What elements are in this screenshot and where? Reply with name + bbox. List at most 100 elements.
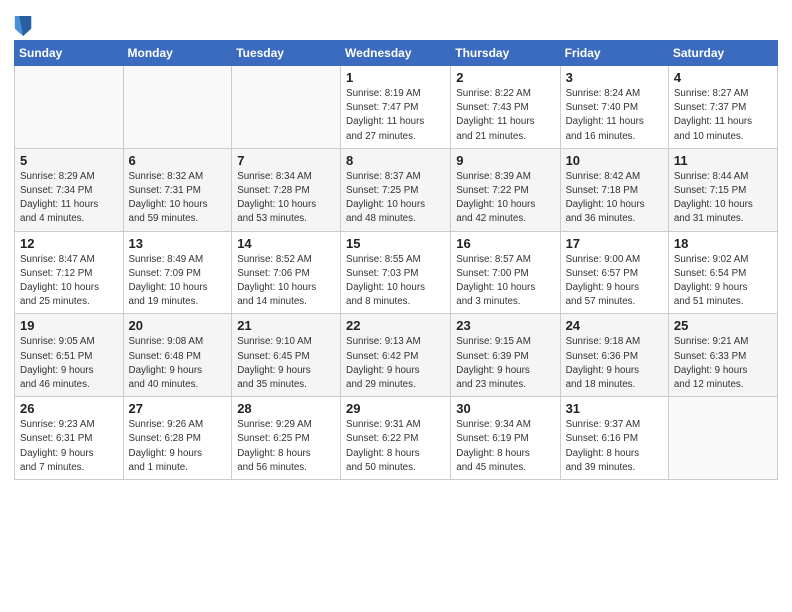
day-number: 24 — [566, 318, 663, 333]
day-info: Sunrise: 8:49 AMSunset: 7:09 PMDaylight:… — [129, 253, 227, 310]
day-info: Sunrise: 8:39 AMSunset: 7:22 PMDaylight:… — [456, 170, 554, 227]
calendar-cell: 15Sunrise: 8:55 AMSunset: 7:03 PMDayligh… — [341, 231, 451, 314]
calendar-cell: 29 Sunrise: 9:31 AMSunset: 6:22 PMDayligh… — [341, 397, 451, 480]
calendar-cell: 1 Sunrise: 8:19 AMSunset: 7:47 PMDaylight… — [341, 66, 451, 149]
day-info: Sunrise: 8:27 AMSunset: 7:37 PMDaylight:… — [674, 87, 772, 144]
calendar-cell: 14 Sunrise: 8:52 AMSunset: 7:06 PMDayligh… — [232, 231, 341, 314]
calendar-cell: 2 Sunrise: 8:22 AMSunset: 7:43 PMDaylight… — [451, 66, 560, 149]
calendar-cell: 18 Sunrise: 9:02 AMSunset: 6:54 PMDayligh… — [668, 231, 777, 314]
calendar-cell: 8Sunrise: 8:37 AMSunset: 7:25 PMDaylight… — [341, 148, 451, 231]
day-number: 9 — [456, 153, 554, 168]
day-number: 1 — [346, 70, 445, 85]
day-number: 25 — [674, 318, 772, 333]
day-number: 19 — [20, 318, 118, 333]
day-number: 17 — [566, 236, 663, 251]
calendar-cell: 16Sunrise: 8:57 AMSunset: 7:00 PMDayligh… — [451, 231, 560, 314]
day-info: Sunrise: 9:29 AMSunset: 6:25 PMDaylight:… — [237, 418, 335, 475]
weekday-header-row: SundayMondayTuesdayWednesdayThursdayFrid… — [15, 41, 778, 66]
day-number: 20 — [129, 318, 227, 333]
day-info: Sunrise: 8:29 AMSunset: 7:34 PMDaylight:… — [20, 170, 118, 227]
calendar-cell: 25 Sunrise: 9:21 AMSunset: 6:33 PMDayligh… — [668, 314, 777, 397]
day-number: 26 — [20, 401, 118, 416]
calendar-cell: 6 Sunrise: 8:32 AMSunset: 7:31 PMDaylight… — [123, 148, 232, 231]
day-number: 3 — [566, 70, 663, 85]
day-info: Sunrise: 9:31 AMSunset: 6:22 PMDaylight:… — [346, 418, 445, 475]
day-number: 14 — [237, 236, 335, 251]
weekday-header-sunday: Sunday — [15, 41, 124, 66]
week-row-5: 26 Sunrise: 9:23 AMSunset: 6:31 PMDayligh… — [15, 397, 778, 480]
day-info: Sunrise: 8:42 AMSunset: 7:18 PMDaylight:… — [566, 170, 663, 227]
calendar-cell: 9 Sunrise: 8:39 AMSunset: 7:22 PMDaylight… — [451, 148, 560, 231]
day-number: 6 — [129, 153, 227, 168]
day-info: Sunrise: 9:10 AMSunset: 6:45 PMDaylight:… — [237, 335, 335, 392]
day-info: Sunrise: 9:37 AMSunset: 6:16 PMDaylight:… — [566, 418, 663, 475]
day-number: 18 — [674, 236, 772, 251]
day-number: 12 — [20, 236, 118, 251]
calendar-cell: 19 Sunrise: 9:05 AMSunset: 6:51 PMDayligh… — [15, 314, 124, 397]
calendar-cell: 10Sunrise: 8:42 AMSunset: 7:18 PMDayligh… — [560, 148, 668, 231]
day-info: Sunrise: 8:55 AMSunset: 7:03 PMDaylight:… — [346, 253, 445, 310]
day-info: Sunrise: 8:19 AMSunset: 7:47 PMDaylight:… — [346, 87, 445, 144]
day-info: Sunrise: 8:44 AMSunset: 7:15 PMDaylight:… — [674, 170, 772, 227]
day-number: 29 — [346, 401, 445, 416]
day-info: Sunrise: 9:21 AMSunset: 6:33 PMDaylight:… — [674, 335, 772, 392]
day-number: 16 — [456, 236, 554, 251]
weekday-header-monday: Monday — [123, 41, 232, 66]
day-info: Sunrise: 8:52 AMSunset: 7:06 PMDaylight:… — [237, 253, 335, 310]
day-info: Sunrise: 8:24 AMSunset: 7:40 PMDaylight:… — [566, 87, 663, 144]
weekday-header-tuesday: Tuesday — [232, 41, 341, 66]
calendar-cell: 12Sunrise: 8:47 AMSunset: 7:12 PMDayligh… — [15, 231, 124, 314]
day-number: 4 — [674, 70, 772, 85]
calendar-cell: 26 Sunrise: 9:23 AMSunset: 6:31 PMDayligh… — [15, 397, 124, 480]
calendar-cell: 17 Sunrise: 9:00 AMSunset: 6:57 PMDayligh… — [560, 231, 668, 314]
day-info: Sunrise: 9:15 AMSunset: 6:39 PMDaylight:… — [456, 335, 554, 392]
logo-icon — [14, 16, 32, 36]
calendar-cell: 27 Sunrise: 9:26 AMSunset: 6:28 PMDayligh… — [123, 397, 232, 480]
calendar-cell: 28 Sunrise: 9:29 AMSunset: 6:25 PMDayligh… — [232, 397, 341, 480]
calendar-table: SundayMondayTuesdayWednesdayThursdayFrid… — [14, 40, 778, 480]
day-number: 5 — [20, 153, 118, 168]
day-number: 7 — [237, 153, 335, 168]
day-info: Sunrise: 9:13 AMSunset: 6:42 PMDaylight:… — [346, 335, 445, 392]
day-number: 30 — [456, 401, 554, 416]
day-number: 28 — [237, 401, 335, 416]
day-number: 22 — [346, 318, 445, 333]
calendar-cell: 23 Sunrise: 9:15 AMSunset: 6:39 PMDayligh… — [451, 314, 560, 397]
day-info: Sunrise: 8:32 AMSunset: 7:31 PMDaylight:… — [129, 170, 227, 227]
day-info: Sunrise: 8:37 AMSunset: 7:25 PMDaylight:… — [346, 170, 445, 227]
calendar-cell: 5 Sunrise: 8:29 AMSunset: 7:34 PMDaylight… — [15, 148, 124, 231]
day-number: 13 — [129, 236, 227, 251]
day-number: 27 — [129, 401, 227, 416]
calendar-cell: 22 Sunrise: 9:13 AMSunset: 6:42 PMDayligh… — [341, 314, 451, 397]
day-number: 21 — [237, 318, 335, 333]
calendar-cell — [123, 66, 232, 149]
day-info: Sunrise: 9:08 AMSunset: 6:48 PMDaylight:… — [129, 335, 227, 392]
day-info: Sunrise: 8:34 AMSunset: 7:28 PMDaylight:… — [237, 170, 335, 227]
calendar-cell: 7 Sunrise: 8:34 AMSunset: 7:28 PMDaylight… — [232, 148, 341, 231]
calendar-cell: 30Sunrise: 9:34 AMSunset: 6:19 PMDayligh… — [451, 397, 560, 480]
week-row-1: 1 Sunrise: 8:19 AMSunset: 7:47 PMDaylight… — [15, 66, 778, 149]
day-info: Sunrise: 8:22 AMSunset: 7:43 PMDaylight:… — [456, 87, 554, 144]
day-info: Sunrise: 9:00 AMSunset: 6:57 PMDaylight:… — [566, 253, 663, 310]
day-info: Sunrise: 9:05 AMSunset: 6:51 PMDaylight:… — [20, 335, 118, 392]
week-row-3: 12Sunrise: 8:47 AMSunset: 7:12 PMDayligh… — [15, 231, 778, 314]
day-number: 2 — [456, 70, 554, 85]
day-info: Sunrise: 9:23 AMSunset: 6:31 PMDaylight:… — [20, 418, 118, 475]
calendar-cell: 11Sunrise: 8:44 AMSunset: 7:15 PMDayligh… — [668, 148, 777, 231]
calendar-page: SundayMondayTuesdayWednesdayThursdayFrid… — [0, 0, 792, 612]
calendar-cell: 31 Sunrise: 9:37 AMSunset: 6:16 PMDayligh… — [560, 397, 668, 480]
calendar-cell — [15, 66, 124, 149]
day-number: 23 — [456, 318, 554, 333]
weekday-header-friday: Friday — [560, 41, 668, 66]
day-number: 31 — [566, 401, 663, 416]
weekday-header-saturday: Saturday — [668, 41, 777, 66]
logo — [14, 14, 35, 36]
day-info: Sunrise: 9:26 AMSunset: 6:28 PMDaylight:… — [129, 418, 227, 475]
calendar-cell: 4 Sunrise: 8:27 AMSunset: 7:37 PMDaylight… — [668, 66, 777, 149]
calendar-cell: 20 Sunrise: 9:08 AMSunset: 6:48 PMDayligh… — [123, 314, 232, 397]
calendar-cell — [232, 66, 341, 149]
header — [14, 10, 778, 36]
calendar-cell: 13 Sunrise: 8:49 AMSunset: 7:09 PMDayligh… — [123, 231, 232, 314]
calendar-cell — [668, 397, 777, 480]
day-info: Sunrise: 9:02 AMSunset: 6:54 PMDaylight:… — [674, 253, 772, 310]
